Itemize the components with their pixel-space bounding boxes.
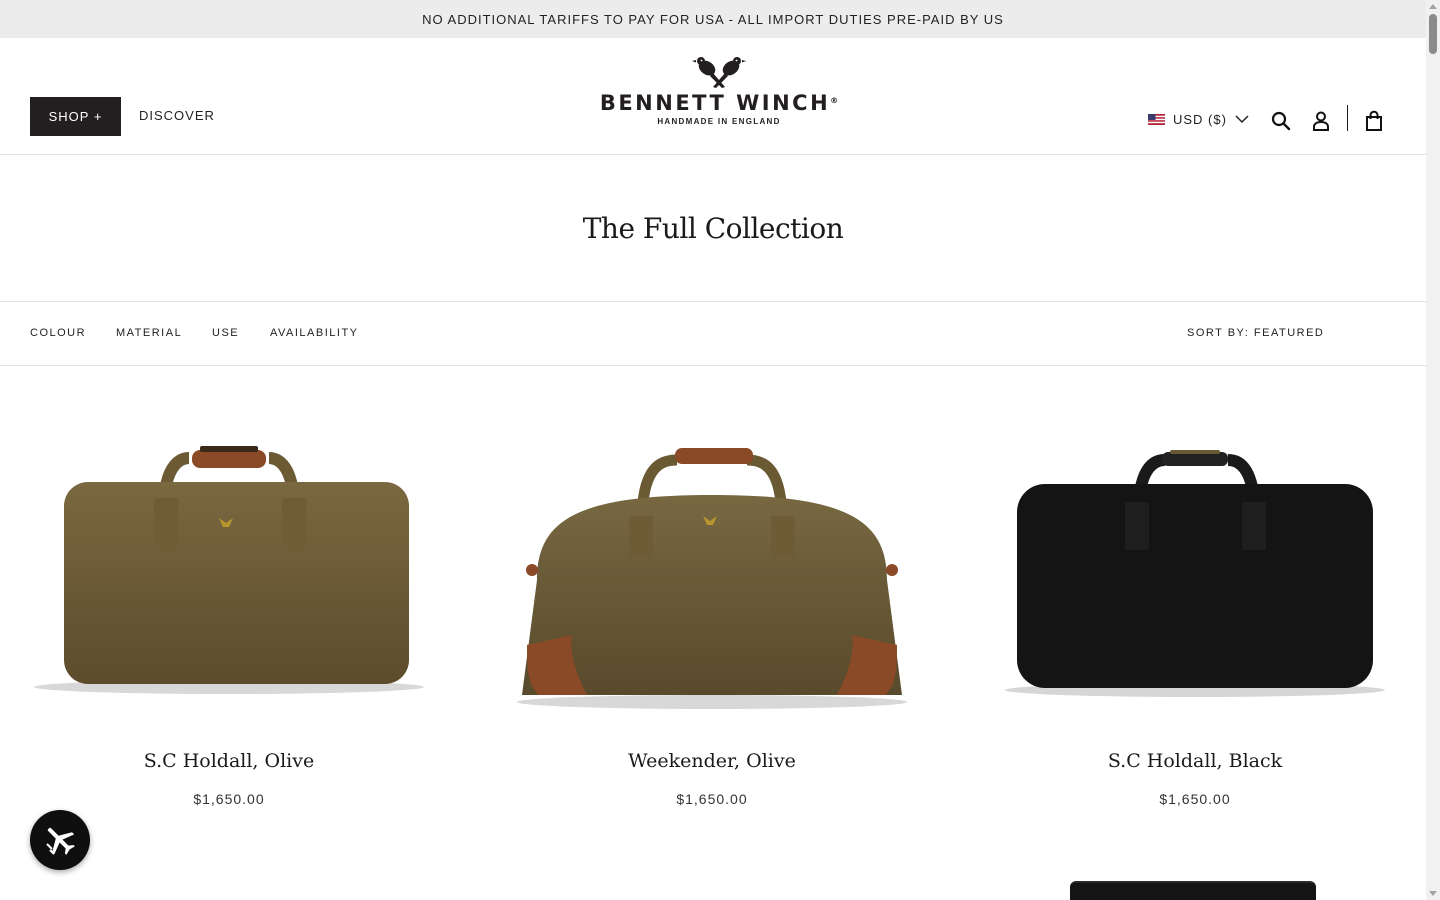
product-card[interactable]: Weekender, Olive $1,650.00: [497, 410, 927, 807]
discover-link[interactable]: DISCOVER: [139, 108, 215, 123]
currency-label: USD ($): [1173, 112, 1227, 127]
filter-availability[interactable]: AVAILABILITY: [270, 327, 359, 339]
product-name[interactable]: S.C Holdall, Olive: [14, 750, 444, 772]
product-price: $1,650.00: [676, 791, 748, 807]
product-image-holdall-black[interactable]: [980, 410, 1410, 730]
header-divider: [1347, 105, 1348, 131]
chevron-down-icon: [1235, 115, 1249, 124]
us-flag-icon: [1148, 114, 1165, 125]
filter-use[interactable]: USE: [212, 327, 239, 339]
product-name[interactable]: Weekender, Olive: [497, 750, 927, 772]
product-image-holdall-olive[interactable]: [14, 410, 444, 730]
filter-bar: COLOUR MATERIAL USE AVAILABILITY SORT BY…: [0, 301, 1426, 366]
airplane-icon: [46, 827, 75, 855]
currency-selector[interactable]: USD ($): [1148, 112, 1249, 127]
scrollbar[interactable]: [1426, 0, 1440, 900]
product-name[interactable]: S.C Holdall, Black: [980, 750, 1410, 772]
scroll-down-arrow-icon[interactable]: [1429, 891, 1437, 896]
announcement-bar: NO ADDITIONAL TARIFFS TO PAY FOR USA - A…: [0, 0, 1426, 38]
filter-colour[interactable]: COLOUR: [30, 327, 86, 339]
shipping-badge-button[interactable]: [30, 810, 90, 870]
product-card[interactable]: S.C Holdall, Olive $1,650.00: [14, 410, 444, 807]
scroll-up-arrow-icon[interactable]: [1429, 4, 1437, 9]
shop-menu-button[interactable]: SHOP +: [30, 97, 121, 136]
page: NO ADDITIONAL TARIFFS TO PAY FOR USA - A…: [0, 0, 1426, 900]
logo-tagline: HANDMADE IN ENGLAND: [657, 117, 781, 126]
announcement-text: NO ADDITIONAL TARIFFS TO PAY FOR USA - A…: [422, 11, 1004, 27]
brand-logo[interactable]: BENNETT WINCH® HANDMADE IN ENGLAND: [596, 54, 842, 138]
product-card[interactable]: S.C Holdall, Black $1,650.00: [980, 410, 1410, 807]
logo-wordmark: BENNETT WINCH®: [599, 91, 839, 115]
scroll-thumb[interactable]: [1429, 14, 1437, 54]
cart-icon[interactable]: [1363, 110, 1385, 132]
product-image-weekender-olive[interactable]: [497, 410, 927, 730]
product-price: $1,650.00: [1159, 791, 1231, 807]
sort-dropdown[interactable]: SORT BY: FEATURED: [1187, 327, 1324, 339]
shop-menu-label: SHOP +: [48, 109, 103, 124]
collection-heading: The Full Collection: [582, 211, 844, 245]
page-title: The Full Collection: [0, 155, 1426, 301]
product-image-partial[interactable]: [1070, 881, 1316, 900]
birds-logo-icon: [692, 57, 746, 88]
account-icon[interactable]: [1310, 110, 1332, 132]
site-header: SHOP + DISCOVER BENNETT WINCH® HANDMADE …: [0, 38, 1426, 155]
product-price: $1,650.00: [193, 791, 265, 807]
search-icon[interactable]: [1270, 110, 1292, 132]
filter-material[interactable]: MATERIAL: [116, 327, 182, 339]
